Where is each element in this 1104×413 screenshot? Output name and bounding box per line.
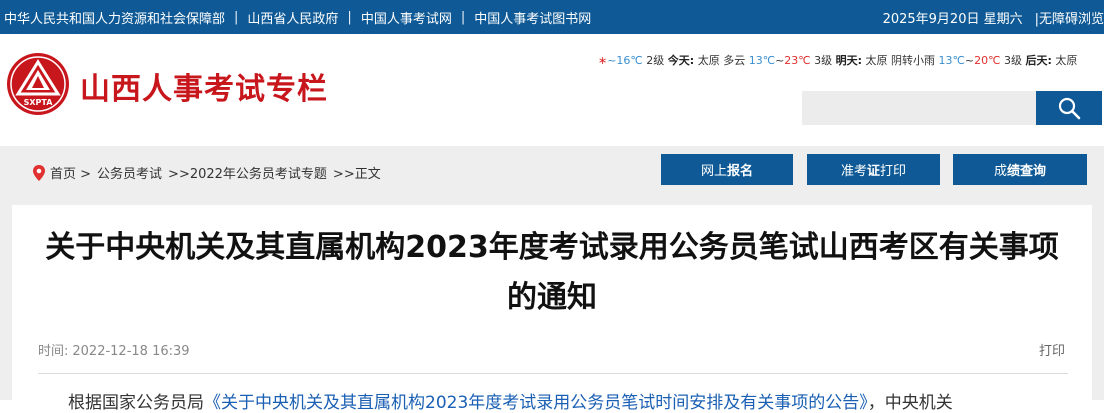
weather-tomorrow-wind: 3级 [1003, 54, 1022, 67]
divider [38, 373, 1068, 374]
site-header: SXPTA 山西人事考试专栏 ∗~16℃ 2级 今天: 太原 多云 13℃~23… [0, 34, 1104, 146]
breadcrumb-current: >>正文 [332, 167, 381, 182]
current-date: 2025年9月20日 星期六 [882, 11, 1023, 27]
weather-today-cond: 多云 [723, 54, 746, 67]
breadcrumb: 首页 > 公务员考试 >>2022年公务员考试专题 >>正文 [32, 163, 387, 182]
breadcrumb-civil-exam[interactable]: 公务员考试 [97, 163, 162, 182]
weather-tomorrow-low: 13℃ [938, 54, 965, 67]
weather-today-city: 太原 [697, 54, 720, 67]
weather-tomorrow-cond: 阴转小雨 [891, 54, 936, 67]
separator: | [234, 9, 239, 25]
breadcrumb-2022-topic[interactable]: >>2022年公务员考试专题 [168, 163, 327, 182]
search-input[interactable] [802, 91, 1036, 125]
weather-prev-wind: 2级 [646, 54, 665, 67]
separator: | [460, 9, 466, 25]
site-title: 山西人事考试专栏 [80, 72, 328, 107]
article-time: 时间: 2022-12-18 16:39 [38, 340, 190, 359]
article-body: 根据国家公务员局《关于中央机关及其直属机构2023年度考试录用公务员笔试时间安排… [68, 393, 953, 413]
weather-today-low: 13℃ [748, 54, 776, 67]
announcement-link[interactable]: 《关于中央机关及其直属机构2023年度考试录用公务员笔试时间安排及有关事项的公告… [204, 393, 868, 413]
link-cpta-books[interactable]: 中国人事考试图书网 [474, 8, 591, 27]
article-card: 关于中央机关及其直属机构2023年度考试录用公务员笔试山西考区有关事项的通知 时… [12, 205, 1092, 413]
top-links: 中华人民共和国人力资源和社会保障部 | 山西省人民政府 | 中国人事考试网 | … [4, 0, 591, 34]
weather-tomorrow-label: 明天: [835, 54, 863, 67]
link-mohrss[interactable]: 中华人民共和国人力资源和社会保障部 [4, 8, 225, 27]
top-bar: 中华人民共和国人力资源和社会保障部 | 山西省人民政府 | 中国人事考试网 | … [0, 0, 1104, 34]
weather-after-city: 太原 [1055, 54, 1078, 67]
online-register-button[interactable]: 网上 报名 [661, 154, 793, 185]
search-button[interactable] [1036, 91, 1102, 125]
article-title: 关于中央机关及其直属机构2023年度考试录用公务员笔试山西考区有关事项的通知 [45, 230, 1059, 315]
admission-ticket-button[interactable]: 准考证打印 [807, 154, 940, 185]
score-query-button[interactable]: 成绩查询 [953, 154, 1087, 185]
weather-bar: ∗~16℃ 2级 今天: 太原 多云 13℃~23℃ 3级 明天: 太原 阴转小… [598, 54, 1078, 67]
weather-today-label: 今天: [667, 54, 695, 67]
weather-prev-temp: ~16℃ [607, 54, 643, 67]
search-icon [1058, 97, 1081, 120]
link-shanxi-gov[interactable]: 山西省人民政府 [247, 8, 338, 27]
location-pin-icon [33, 164, 45, 181]
weather-tomorrow-high: 20℃ [974, 54, 1001, 67]
print-button[interactable]: 打印 [1039, 340, 1065, 359]
weather-today-high: 23℃ [784, 54, 811, 67]
breadcrumb-home[interactable]: 首页 > [50, 163, 91, 182]
weather-tomorrow-city: 太原 [865, 54, 888, 67]
link-cpta[interactable]: 中国人事考试网 [361, 8, 452, 27]
weather-after-label: 后天: [1025, 54, 1052, 67]
sxpta-logo-icon[interactable]: SXPTA [6, 52, 70, 116]
time-label: 时间: [38, 344, 69, 359]
time-value: 2022-12-18 16:39 [72, 344, 190, 359]
weather-today-wind: 3级 [814, 54, 833, 67]
accessibility-link[interactable]: |无障碍浏览 [1035, 8, 1104, 27]
separator: | [347, 9, 352, 25]
logo-text: SXPTA [24, 98, 54, 107]
top-right: 2025年9月20日 星期六 |无障碍浏览 [883, 0, 1104, 34]
